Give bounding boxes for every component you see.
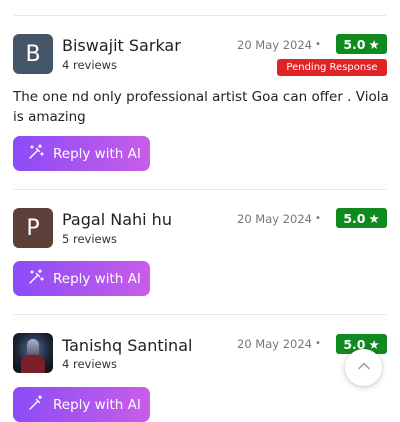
reviewer-name: Biswajit Sarkar [62, 36, 181, 55]
avatar: P [13, 208, 53, 248]
reply-button-label: Reply with AI [53, 145, 141, 162]
star-icon: ★ [368, 36, 380, 52]
rating-badge: 5.0 ★ [336, 34, 387, 54]
chevron-up-icon [356, 358, 372, 378]
review-count: 5 reviews [62, 232, 117, 246]
star-icon: ★ [368, 210, 380, 226]
separator-dot: • [315, 39, 321, 50]
rating-value: 5.0 [343, 36, 366, 52]
divider [14, 314, 386, 315]
scroll-to-top-button[interactable] [345, 349, 382, 386]
review-date: 20 May 2024 [237, 38, 312, 52]
divider [14, 189, 386, 190]
reply-button-label: Reply with AI [53, 270, 141, 287]
rating-badge: 5.0 ★ [336, 208, 387, 228]
review-date: 20 May 2024 [237, 337, 312, 351]
review-count: 4 reviews [62, 58, 117, 72]
reply-with-ai-button[interactable]: Reply with AI [13, 136, 150, 171]
separator-dot: • [315, 213, 321, 224]
magic-wand-icon [28, 268, 44, 289]
status-badge: Pending Response [277, 59, 387, 76]
review-comment: The one nd only professional artist Goa … [13, 89, 389, 125]
separator-dot: • [315, 338, 321, 349]
reviewer-name: Pagal Nahi hu [62, 210, 172, 229]
magic-wand-icon [28, 394, 44, 415]
reply-with-ai-button[interactable]: Reply with AI [13, 261, 150, 296]
magic-wand-icon [28, 143, 44, 164]
divider [14, 15, 386, 16]
reply-with-ai-button[interactable]: Reply with AI [13, 387, 150, 422]
avatar [13, 333, 53, 373]
review-date: 20 May 2024 [237, 212, 312, 226]
review-count: 4 reviews [62, 357, 117, 371]
avatar: B [13, 34, 53, 74]
rating-value: 5.0 [343, 210, 366, 226]
reply-button-label: Reply with AI [53, 396, 141, 413]
reviewer-name: Tanishq Santinal [62, 336, 193, 355]
